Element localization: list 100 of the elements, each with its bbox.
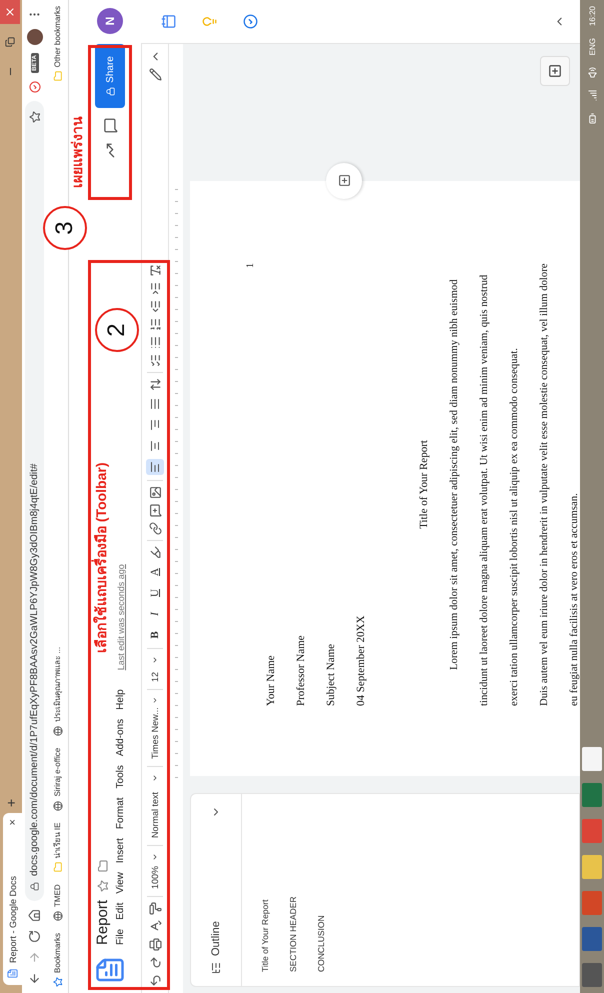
plus-icon [548, 64, 562, 78]
add-comment-icon [148, 504, 162, 517]
star-icon [96, 880, 108, 892]
font-dropdown[interactable]: Times New... [150, 695, 160, 761]
comment-icon [102, 118, 118, 133]
new-tab-button[interactable]: + [3, 798, 19, 807]
other-bookmarks-link[interactable]: Other bookmarks [52, 6, 62, 82]
line-spacing-icon [148, 378, 162, 391]
body-paragraph: Lorem ipsum dolor sit amet, consectetuer adipiscing elit, sed diam nonummy nibh euismod tincidunt ut laoreet dolore magna aliquam erat volutpat. Ut wisi enim ad minim veniam, quis nostrud exerci tation ullamcorper suscipit lobortis nisl ut aliquip ex ea commodo consequat. [447, 274, 521, 706]
language-indicator[interactable]: ENG [588, 38, 596, 56]
font-size-dropdown[interactable]: 12 [150, 654, 160, 684]
back-icon [28, 972, 41, 985]
bookmark-link[interactable]: ประเมินคุณภาพและ ... [51, 646, 64, 736]
step-number: 2 [95, 308, 139, 352]
globe-icon [52, 800, 62, 811]
extension-icon [28, 80, 40, 93]
docs-icon [7, 968, 18, 979]
align-center-icon [149, 440, 161, 452]
checklist-icon [148, 354, 162, 367]
bookmark-link[interactable]: TMED [52, 884, 62, 921]
close-icon [4, 6, 16, 18]
style-dropdown[interactable]: Normal text [150, 772, 160, 840]
heading-line: Your Name [264, 655, 278, 706]
outline-item[interactable]: SECTION HEADER [288, 808, 298, 972]
browser-tab[interactable]: Report - Google Docs × [3, 813, 22, 985]
forward-icon [28, 951, 41, 964]
annotation-caption: เลือกใช้แถบเครื่องมือ (Toolbar) [90, 462, 110, 653]
star-icon [28, 110, 40, 123]
address-bar[interactable]: docs.google.com/document/d/1P7ufEqXyPF8BAAsv2GaWLP6YJpW8Gy3dOIBm8j4qtE/edit# [25, 100, 44, 901]
step-number: 3 [43, 206, 87, 250]
spellcheck-icon [148, 920, 162, 933]
undo-icon [148, 974, 162, 987]
align-right-icon [149, 419, 161, 431]
annotation-caption: เผยแพร่งาน [68, 116, 86, 188]
volume-icon [586, 67, 598, 78]
outline-item[interactable]: CONCLUSION [316, 808, 326, 972]
folder-icon [52, 71, 62, 82]
caret-icon [151, 853, 159, 861]
share-button[interactable]: Share [95, 44, 125, 108]
zoom-dropdown[interactable]: 100% [150, 851, 160, 891]
clear-formatting-icon [148, 264, 162, 277]
add-comment-button[interactable] [326, 163, 362, 199]
signal-icon [586, 90, 598, 102]
report-title: Title of Your Report [417, 440, 431, 529]
battery-icon [586, 113, 598, 124]
menu-item[interactable]: Help [115, 689, 126, 710]
tab-title: Report - Google Docs [8, 874, 18, 963]
format-button[interactable]: U [149, 585, 161, 601]
globe-icon [52, 726, 62, 736]
clock-time: 16:20 [588, 6, 596, 26]
image-icon [148, 486, 162, 499]
body-paragraph: Duis autem vel eum iriure dolor in hendrerit in vulputate velit esse molestie consequat, vel illum dolore eu feugiat nulla facilisis at vero eros et accumsan. [537, 263, 581, 706]
close-button[interactable] [0, 0, 20, 24]
menu-item[interactable]: Format [115, 797, 126, 830]
page-number: 1 [245, 263, 256, 268]
user-avatar[interactable]: N [97, 8, 123, 34]
outline-item[interactable]: Title of Your Report [260, 808, 270, 972]
document-title[interactable]: Report [94, 900, 111, 945]
link-icon [148, 522, 162, 535]
tasks-icon [243, 14, 258, 29]
pencil-icon [148, 68, 162, 81]
menu-item[interactable]: View [115, 872, 126, 894]
alignment-button[interactable] [146, 459, 164, 475]
caret-icon [151, 656, 159, 664]
side-add-button[interactable] [540, 56, 570, 86]
bookmark-link[interactable]: Bookmarks [52, 932, 62, 987]
paint-format-icon [148, 902, 162, 915]
caret-icon [151, 697, 159, 704]
menu-item[interactable]: Insert [115, 838, 126, 864]
outline-icon [210, 962, 222, 974]
lightbulb-icon [202, 14, 217, 29]
heading-line: Professor Name [294, 635, 308, 706]
format-button[interactable]: A [149, 564, 161, 580]
folder-icon [52, 862, 62, 872]
start-button[interactable] [582, 963, 602, 987]
indent-decrease-icon [148, 300, 162, 313]
format-button[interactable]: I [149, 606, 161, 622]
star-icon [52, 977, 62, 987]
plus-icon [338, 174, 350, 188]
tab-close-button[interactable]: × [6, 819, 18, 826]
restore-icon [5, 37, 15, 47]
indent-increase-icon [148, 282, 162, 295]
last-edit-link[interactable]: Last edit was seconds ago [116, 564, 126, 670]
menu-item[interactable]: Tools [115, 765, 126, 788]
bookmark-link[interactable]: Siriraj e-office [52, 748, 62, 811]
menu-item[interactable]: File [115, 928, 126, 945]
home-icon [28, 909, 41, 922]
bookmark-link[interactable]: น่าเรียน IE [51, 822, 64, 872]
folder-icon [96, 860, 108, 872]
reload-icon [28, 930, 41, 943]
print-icon [148, 938, 162, 951]
profile-avatar[interactable] [26, 29, 42, 45]
outline-title: Outline [210, 920, 222, 956]
menu-item[interactable]: Edit [115, 902, 126, 920]
redo-icon [148, 956, 162, 969]
align-justify-icon [149, 398, 161, 410]
format-button[interactable]: B [149, 627, 161, 643]
lock-icon [30, 882, 39, 891]
menu-item[interactable]: Add-ons [115, 718, 126, 756]
calendar-icon [161, 14, 176, 29]
